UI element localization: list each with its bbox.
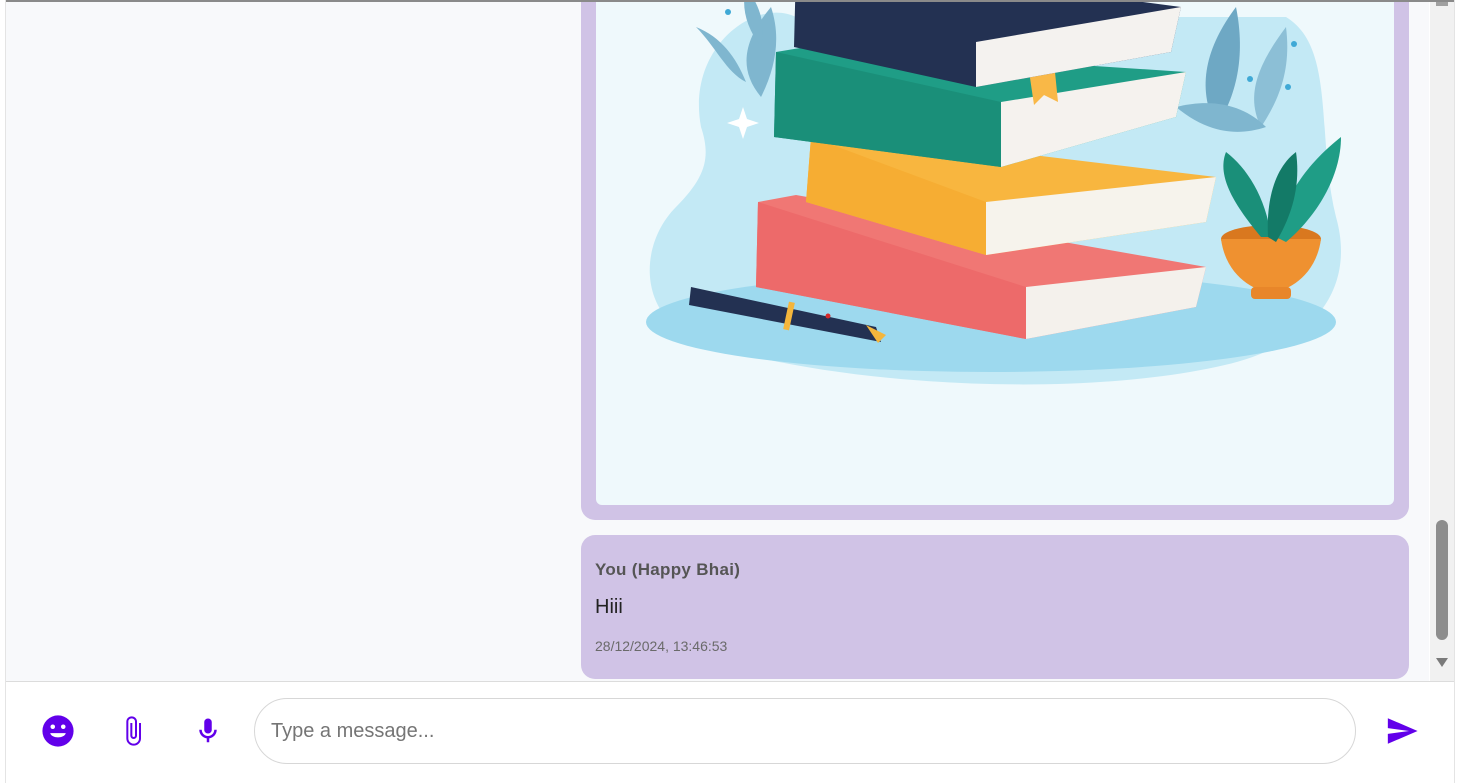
message-composer: [6, 681, 1454, 781]
emoji-icon: [42, 715, 74, 747]
chat-scrollbar[interactable]: [1430, 2, 1454, 681]
message-input[interactable]: [254, 698, 1356, 764]
attach-button[interactable]: [113, 711, 153, 751]
scroll-up-arrow[interactable]: [1436, 2, 1448, 6]
message-text: Hiii: [595, 596, 623, 618]
send-button[interactable]: [1382, 711, 1422, 751]
emoji-button[interactable]: [38, 711, 78, 751]
send-icon: [1387, 718, 1418, 744]
message-image[interactable]: [596, 2, 1394, 505]
attachment-icon: [126, 716, 141, 746]
message-timestamp: 28/12/2024, 13:46:53: [595, 638, 728, 654]
scroll-down-arrow[interactable]: [1436, 658, 1448, 667]
image-message-bubble[interactable]: [581, 2, 1409, 520]
microphone-icon: [199, 718, 217, 743]
scroll-thumb[interactable]: [1436, 520, 1448, 640]
books-illustration: [646, 2, 1341, 385]
right-edge: [1454, 0, 1464, 783]
voice-button[interactable]: [188, 711, 228, 751]
chat-messages-area[interactable]: You (Happy Bhai) Hiii 28/12/2024, 13:46:…: [6, 2, 1429, 681]
text-message-bubble[interactable]: You (Happy Bhai) Hiii 28/12/2024, 13:46:…: [581, 535, 1409, 679]
message-sender: You (Happy Bhai): [595, 560, 741, 579]
